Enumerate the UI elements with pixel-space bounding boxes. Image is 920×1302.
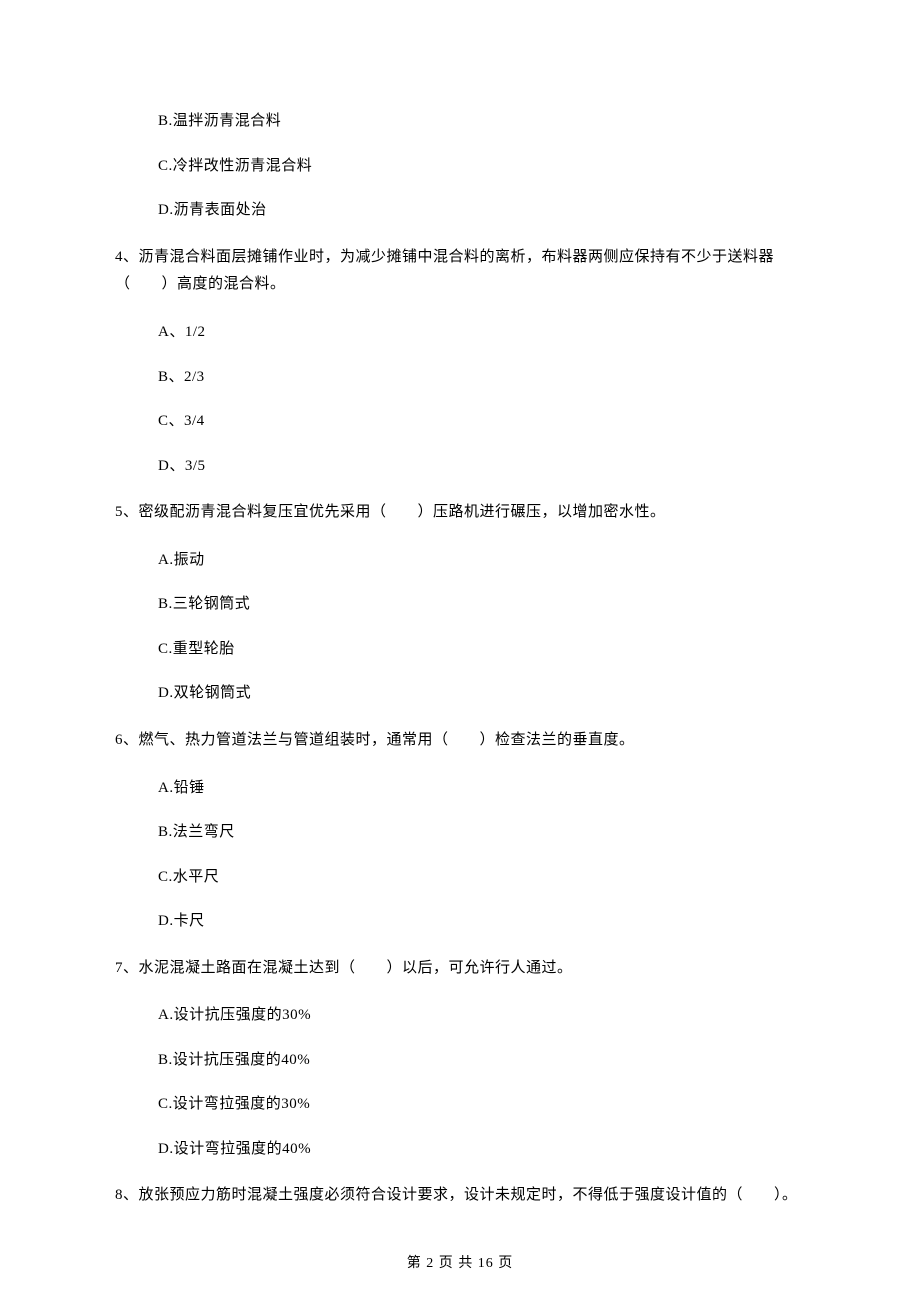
q3-option-b: B.温拌沥青混合料	[115, 110, 805, 133]
q7-text: 7、水泥混凝土路面在混凝土达到（ ）以后，可允许行人通过。	[115, 955, 805, 983]
q7-option-d: D.设计弯拉强度的40%	[115, 1138, 805, 1161]
q7-option-a: A.设计抗压强度的30%	[115, 1004, 805, 1027]
q3-option-d: D.沥青表面处治	[115, 199, 805, 222]
q4-option-c: C、3/4	[115, 410, 805, 433]
q6-option-c: C.水平尺	[115, 866, 805, 889]
q5-option-a: A.振动	[115, 549, 805, 572]
q4-text: 4、沥青混合料面层摊铺作业时，为减少摊铺中混合料的离析，布料器两侧应保持有不少于…	[115, 244, 805, 300]
q5-option-d: D.双轮钢筒式	[115, 682, 805, 705]
q6-text: 6、燃气、热力管道法兰与管道组装时，通常用（ ）检查法兰的垂直度。	[115, 727, 805, 755]
q4-option-b: B、2/3	[115, 366, 805, 389]
q6-option-a: A.铅锤	[115, 777, 805, 800]
q3-option-c: C.冷拌改性沥青混合料	[115, 155, 805, 178]
q5-text: 5、密级配沥青混合料复压宜优先采用（ ）压路机进行碾压，以增加密水性。	[115, 499, 805, 527]
q8-text: 8、放张预应力筋时混凝土强度必须符合设计要求，设计未规定时，不得低于强度设计值的…	[115, 1182, 805, 1210]
page-footer: 第 2 页 共 16 页	[0, 1252, 920, 1272]
q6-option-d: D.卡尺	[115, 910, 805, 933]
q6-option-b: B.法兰弯尺	[115, 821, 805, 844]
q7-option-c: C.设计弯拉强度的30%	[115, 1093, 805, 1116]
q5-option-c: C.重型轮胎	[115, 638, 805, 661]
q4-option-a: A、1/2	[115, 321, 805, 344]
q5-option-b: B.三轮钢筒式	[115, 593, 805, 616]
q4-option-d: D、3/5	[115, 455, 805, 478]
q7-option-b: B.设计抗压强度的40%	[115, 1049, 805, 1072]
